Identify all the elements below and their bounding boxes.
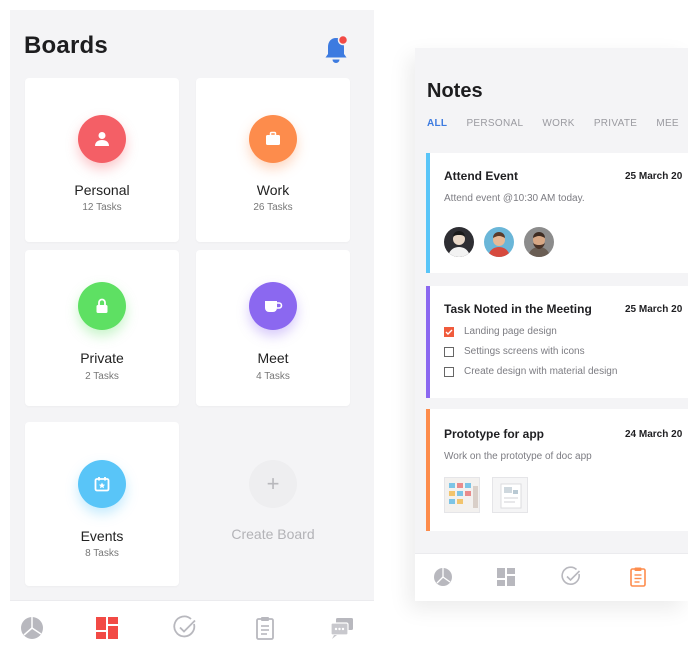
attachment-thumbnail[interactable] <box>444 477 480 513</box>
boards-screen: Boards Personal 12 Tasks Work 26 Tasks P… <box>10 10 374 654</box>
board-icon-meet <box>249 282 297 330</box>
avatar[interactable] <box>444 227 474 257</box>
board-card-meet[interactable]: Meet 4 Tasks <box>196 250 350 406</box>
tab-work[interactable]: WORK <box>542 118 574 129</box>
note-date: 25 March 20 <box>625 304 683 315</box>
dashboard-icon[interactable] <box>495 566 517 588</box>
briefcase-icon <box>266 131 280 145</box>
create-board-button[interactable]: + Create Board <box>196 422 350 586</box>
checklist-label: Settings screens with icons <box>464 346 585 357</box>
note-title: Task Noted in the Meeting <box>444 302 592 316</box>
board-icon-private <box>78 282 126 330</box>
tab-personal[interactable]: PERSONAL <box>466 118 523 129</box>
board-name: Personal <box>74 182 130 198</box>
bottom-nav <box>10 600 374 654</box>
board-name: Work <box>256 182 290 198</box>
checklist-item[interactable]: Settings screens with icons <box>444 346 585 357</box>
checkbox-icon[interactable] <box>444 346 454 357</box>
coffee-cup-icon <box>265 301 283 312</box>
checklist-item[interactable]: Create design with material design <box>444 366 617 377</box>
check-circle-icon[interactable] <box>560 566 582 588</box>
note-date: 24 March 20 <box>625 429 683 440</box>
board-name: Events <box>80 528 124 544</box>
checklist-item[interactable]: Landing page design <box>444 326 557 337</box>
tab-meet[interactable]: MEE <box>656 118 679 129</box>
check-circle-icon[interactable] <box>172 615 198 641</box>
board-name: Meet <box>257 350 289 366</box>
tab-private[interactable]: PRIVATE <box>594 118 637 129</box>
clipboard-icon[interactable] <box>252 615 278 641</box>
board-card-personal[interactable]: Personal 12 Tasks <box>25 78 179 242</box>
checklist-label: Landing page design <box>464 326 557 337</box>
board-card-private[interactable]: Private 2 Tasks <box>25 250 179 406</box>
board-card-events[interactable]: Events 8 Tasks <box>25 422 179 586</box>
avatar[interactable] <box>524 227 554 257</box>
note-card-prototype[interactable]: Prototype for app 24 March 20 Work on th… <box>426 409 688 531</box>
calendar-icon <box>94 477 110 492</box>
notes-screen: Notes ALL PERSONAL WORK PRIVATE MEE Atte… <box>415 48 688 601</box>
note-text: Attend event @10:30 AM today. <box>444 193 585 204</box>
avatar[interactable] <box>484 227 514 257</box>
page-title: Boards <box>24 32 108 59</box>
note-text: Work on the prototype of doc app <box>444 451 592 462</box>
notification-bell-icon[interactable] <box>322 34 350 66</box>
board-icon-work <box>249 115 297 163</box>
notes-bottom-nav <box>415 553 688 601</box>
board-task-count: 4 Tasks <box>256 371 290 382</box>
note-title: Attend Event <box>444 169 519 183</box>
plus-icon: + <box>249 460 297 508</box>
board-card-work[interactable]: Work 26 Tasks <box>196 78 350 242</box>
attachment-thumbnail[interactable] <box>492 477 528 513</box>
dashboard-icon[interactable] <box>94 615 120 641</box>
checkbox-icon[interactable] <box>444 366 454 377</box>
checklist-label: Create design with material design <box>464 366 618 377</box>
chat-icon[interactable] <box>328 615 354 641</box>
note-card-attend-event[interactable]: Attend Event 25 March 20 Attend event @1… <box>426 153 688 273</box>
pie-chart-icon[interactable] <box>19 615 45 641</box>
board-task-count: 26 Tasks <box>253 202 293 213</box>
board-task-count: 8 Tasks <box>85 548 119 559</box>
board-icon-personal <box>78 115 126 163</box>
board-name: Private <box>80 350 124 366</box>
tab-all[interactable]: ALL <box>427 118 447 129</box>
pie-chart-icon[interactable] <box>432 566 454 588</box>
clipboard-icon[interactable] <box>627 566 649 588</box>
note-date: 25 March 20 <box>625 171 683 182</box>
board-task-count: 2 Tasks <box>85 371 119 382</box>
person-icon <box>95 132 109 146</box>
filter-tabs: ALL PERSONAL WORK PRIVATE MEE <box>427 118 688 129</box>
create-board-label: Create Board <box>231 526 315 542</box>
note-title: Prototype for app <box>444 427 545 441</box>
lock-icon <box>96 298 108 313</box>
checkbox-checked-icon[interactable] <box>444 326 454 337</box>
board-icon-events <box>78 460 126 508</box>
notes-title: Notes <box>427 80 483 102</box>
board-task-count: 12 Tasks <box>82 202 122 213</box>
note-card-task-meeting[interactable]: Task Noted in the Meeting 25 March 20 La… <box>426 286 688 398</box>
